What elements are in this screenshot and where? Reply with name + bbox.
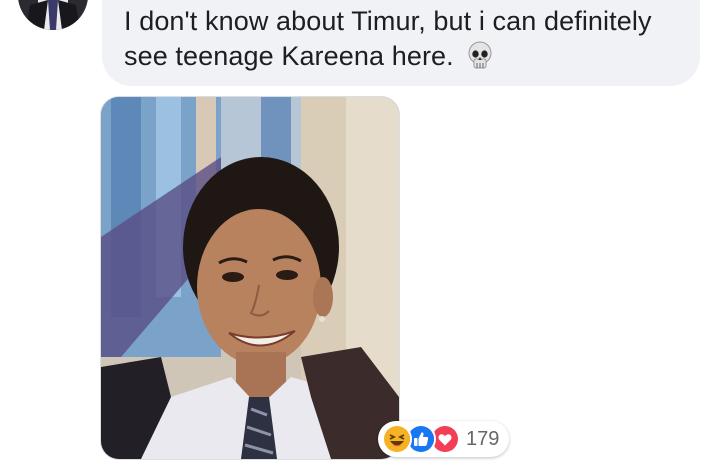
comment-text-block: I don't know about Timur, but i can defi… — [124, 4, 694, 74]
comment-photo-attachment[interactable] — [101, 97, 399, 459]
comment-text: I don't know about Timur, but i can defi… — [124, 6, 652, 71]
reaction-count: 179 — [466, 427, 500, 450]
comment-thread: I don't know about Timur, but i can defi… — [0, 0, 720, 461]
skull-icon — [467, 41, 493, 71]
reactions-summary[interactable]: 179 — [378, 421, 510, 457]
commenter-avatar[interactable] — [18, 0, 88, 30]
haha-icon — [382, 424, 412, 454]
